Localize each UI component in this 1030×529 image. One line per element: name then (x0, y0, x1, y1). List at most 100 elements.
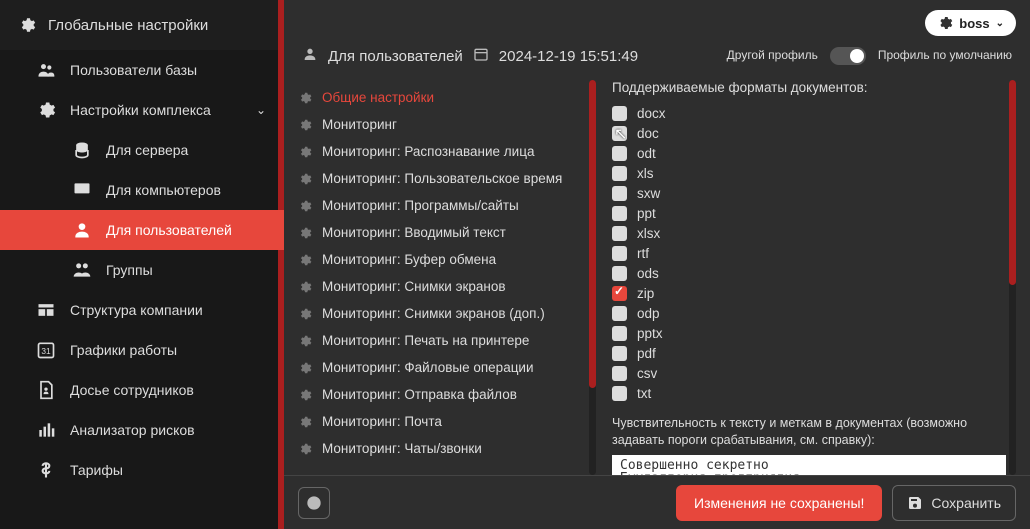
settings-item-label: Мониторинг: Чаты/звонки (322, 441, 482, 456)
format-checkbox-txt[interactable] (612, 386, 627, 401)
settings-item-label: Мониторинг: Почта (322, 414, 442, 429)
settings-item-label: Мониторинг (322, 117, 397, 132)
sidebar-item-9[interactable]: Анализатор рисков (0, 410, 284, 450)
sidebar-item-5[interactable]: Группы (0, 250, 284, 290)
format-label: pptx (637, 326, 663, 341)
settings-item-10[interactable]: Мониторинг: Файловые операции (294, 354, 584, 381)
settings-item-11[interactable]: Мониторинг: Отправка файлов (294, 381, 584, 408)
calendar-icon (473, 46, 489, 66)
settings-gear-icon (937, 15, 953, 31)
sidebar-item-label: Анализатор рисков (70, 422, 195, 438)
gear-icon (298, 118, 312, 132)
settings-item-0[interactable]: Общие настройки (294, 84, 584, 111)
settings-list: Общие настройки Мониторинг Мониторинг: Рас… (288, 80, 596, 475)
format-checkbox-odt[interactable] (612, 146, 627, 161)
sensitivity-textarea[interactable]: Совершенно секретно Бухгалтерия предприя… (612, 455, 1006, 475)
settings-item-label: Мониторинг: Пользовательское время (322, 171, 562, 186)
settings-item-12[interactable]: Мониторинг: Почта (294, 408, 584, 435)
format-label: csv (637, 366, 657, 381)
settings-item-5[interactable]: Мониторинг: Вводимый текст (294, 219, 584, 246)
sidebar-icon (36, 61, 56, 79)
settings-item-7[interactable]: Мониторинг: Снимки экранов (294, 273, 584, 300)
format-checkbox-sxw[interactable] (612, 186, 627, 201)
settings-item-label: Мониторинг: Снимки экранов (322, 279, 506, 294)
format-label: pdf (637, 346, 656, 361)
format-label: sxw (637, 186, 660, 201)
format-label: xlsx (637, 226, 660, 241)
settings-item-13[interactable]: Мониторинг: Чаты/звонки (294, 435, 584, 462)
sidebar-item-10[interactable]: Тарифы (0, 450, 284, 490)
formats-title: Поддерживаемые форматы документов: (612, 80, 1006, 95)
sidebar-header: Глобальные настройки (0, 0, 284, 50)
sidebar-icon (36, 461, 56, 479)
format-row-rtf: rtf (612, 243, 1006, 263)
format-checkbox-xlsx[interactable] (612, 226, 627, 241)
format-checkbox-ods[interactable] (612, 266, 627, 281)
format-checkbox-odp[interactable] (612, 306, 627, 321)
sidebar-item-0[interactable]: Пользователи базы (0, 50, 284, 90)
format-checkbox-csv[interactable] (612, 366, 627, 381)
gear-icon (298, 361, 312, 375)
sidebar: Глобальные настройки Пользователи базы На… (0, 0, 284, 529)
sidebar-icon: 31 (36, 341, 56, 359)
settings-item-1[interactable]: Мониторинг (294, 111, 584, 138)
sidebar-item-2[interactable]: Для сервера (0, 130, 284, 170)
format-checkbox-pdf[interactable] (612, 346, 627, 361)
settings-item-label: Мониторинг: Буфер обмена (322, 252, 496, 267)
unsaved-warning[interactable]: Изменения не сохранены! (676, 485, 882, 521)
format-label: txt (637, 386, 651, 401)
sidebar-icon (36, 101, 56, 119)
sidebar-item-4[interactable]: Для пользователей (0, 210, 284, 250)
gear-icon (298, 307, 312, 321)
sidebar-icon (36, 421, 56, 439)
gear-icon (298, 145, 312, 159)
format-row-odp: odp (612, 303, 1006, 323)
sidebar-item-label: Пользователи базы (70, 62, 197, 78)
format-row-ods: ods (612, 263, 1006, 283)
profile-toggle[interactable] (830, 47, 866, 65)
settings-form: Поддерживаемые форматы документов: docx d… (598, 80, 1016, 475)
list-scrollbar[interactable] (589, 80, 596, 475)
format-label: ods (637, 266, 659, 281)
format-checkbox-ppt[interactable] (612, 206, 627, 221)
main: boss ⌄ Для пользователей 2024-12-19 15:5… (284, 0, 1030, 529)
sidebar-item-6[interactable]: Структура компании (0, 290, 284, 330)
chevron-down-icon: ⌄ (256, 103, 266, 117)
settings-item-2[interactable]: Мониторинг: Распознавание лица (294, 138, 584, 165)
settings-item-6[interactable]: Мониторинг: Буфер обмена (294, 246, 584, 273)
gear-icon (298, 199, 312, 213)
sidebar-icon (72, 221, 92, 239)
format-checkbox-xls[interactable] (612, 166, 627, 181)
profile-right-label: Профиль по умолчанию (878, 49, 1012, 63)
user-menu[interactable]: boss ⌄ (925, 10, 1016, 36)
sidebar-icon (36, 381, 56, 399)
chevron-down-icon: ⌄ (996, 18, 1004, 29)
format-label: docx (637, 106, 666, 121)
settings-item-8[interactable]: Мониторинг: Снимки экранов (доп.) (294, 300, 584, 327)
format-checkbox-rtf[interactable] (612, 246, 627, 261)
format-row-sxw: sxw (612, 183, 1006, 203)
settings-item-label: Мониторинг: Отправка файлов (322, 387, 517, 402)
format-label: doc (637, 126, 659, 141)
gear-icon (298, 334, 312, 348)
sidebar-item-7[interactable]: 31Графики работы (0, 330, 284, 370)
settings-item-4[interactable]: Мониторинг: Программы/сайты (294, 192, 584, 219)
sidebar-icon (72, 261, 92, 279)
sensitivity-label: Чувствительность к тексту и меткам в док… (612, 415, 1006, 449)
settings-item-9[interactable]: Мониторинг: Печать на принтере (294, 327, 584, 354)
page-datetime: 2024-12-19 15:51:49 (499, 48, 638, 65)
settings-item-label: Мониторинг: Снимки экранов (доп.) (322, 306, 545, 321)
format-checkbox-pptx[interactable] (612, 326, 627, 341)
settings-item-3[interactable]: Мониторинг: Пользовательское время (294, 165, 584, 192)
format-checkbox-zip[interactable] (612, 286, 627, 301)
sidebar-item-label: Тарифы (70, 462, 123, 478)
sidebar-item-1[interactable]: Настройки комплекса⌄ (0, 90, 284, 130)
form-scrollbar[interactable] (1009, 80, 1016, 475)
format-checkbox-doc[interactable] (612, 126, 627, 141)
sidebar-icon (36, 301, 56, 319)
help-button[interactable] (298, 487, 330, 519)
sidebar-item-8[interactable]: Досье сотрудников (0, 370, 284, 410)
sidebar-item-3[interactable]: Для компьютеров (0, 170, 284, 210)
save-button[interactable]: Сохранить (892, 485, 1016, 521)
format-checkbox-docx[interactable] (612, 106, 627, 121)
